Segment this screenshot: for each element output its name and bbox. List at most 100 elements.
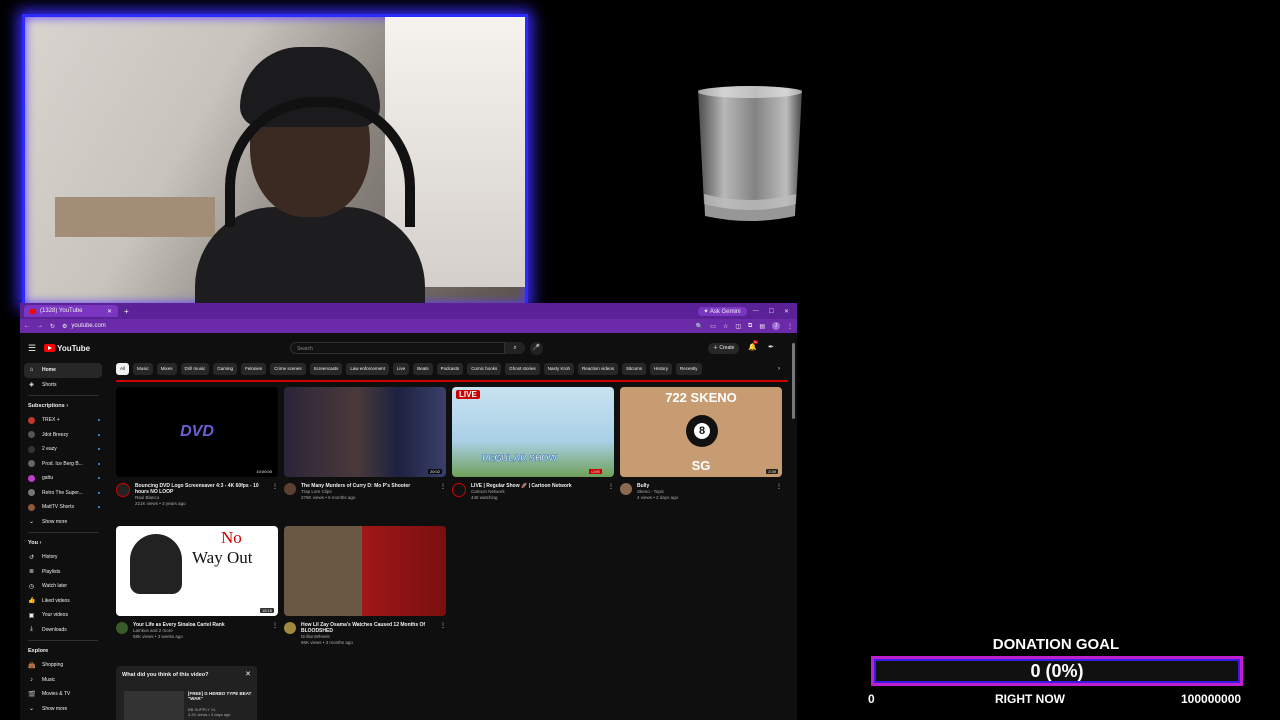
chip[interactable]: Gaming: [213, 363, 238, 375]
video-thumbnail[interactable]: No Way Out 15:16: [116, 526, 278, 616]
sidebar-item-downloads[interactable]: ⤓ Downloads: [20, 623, 106, 638]
scrollbar[interactable]: [792, 343, 795, 419]
video-thumbnail[interactable]: [284, 526, 446, 616]
more-options-icon[interactable]: ⋮: [440, 622, 446, 646]
explore-show-more[interactable]: ⌄ Show more: [20, 702, 106, 717]
zoom-icon[interactable]: 🔍: [696, 323, 703, 330]
sidepanel-icon[interactable]: ▤: [759, 323, 765, 330]
bookmark-star-icon[interactable]: ☆: [723, 323, 728, 330]
sidebar-subscription[interactable]: MattTV Shorts: [20, 500, 106, 515]
sidebar-item-liked-videos[interactable]: 👍 Liked videos: [20, 594, 106, 609]
channel-avatar[interactable]: [284, 622, 296, 634]
more-options-icon[interactable]: ⋮: [272, 622, 278, 640]
sidebar-subscription[interactable]: Retro The Super...: [20, 486, 106, 501]
video-thumbnail[interactable]: 20:02: [284, 387, 446, 477]
show-more-subscriptions[interactable]: ⌄ Show more: [20, 515, 106, 530]
channel-avatar[interactable]: [116, 483, 130, 497]
sidebar-item-movies[interactable]: 🎬 Movies & TV: [20, 687, 106, 702]
new-tab-icon[interactable]: +: [124, 307, 129, 316]
site-info-icon[interactable]: ⚙: [62, 323, 67, 330]
video-card[interactable]: LIVE REGULAR SHOW LIVE LIVE | Regular Sh…: [452, 387, 614, 501]
minimize-icon[interactable]: —: [753, 308, 759, 315]
youtube-logo[interactable]: YouTube: [44, 344, 90, 353]
video-thumbnail[interactable]: DVD 10:00:00: [116, 387, 278, 477]
more-options-icon[interactable]: ⋮: [440, 483, 446, 501]
chip[interactable]: Beats: [413, 363, 433, 375]
sidebar-subscription[interactable]: TREX +: [20, 413, 106, 428]
puzzle-icon[interactable]: ⧉: [748, 323, 752, 330]
notifications-bell-icon[interactable]: 🔔 9+: [748, 340, 759, 351]
search-input[interactable]: Search: [290, 342, 505, 354]
chip[interactable]: Law enforcement: [346, 363, 389, 375]
forward-icon[interactable]: →: [37, 323, 43, 329]
chip[interactable]: Mixes: [156, 363, 177, 375]
sidebar-item-history[interactable]: ↺ History: [20, 550, 106, 565]
channel-avatar[interactable]: [284, 483, 296, 495]
subscriptions-heading[interactable]: Subscriptions ›: [20, 399, 106, 413]
chip[interactable]: Drill music: [180, 363, 210, 375]
more-options-icon[interactable]: ⋮: [608, 483, 614, 501]
sidebar-item-home[interactable]: ⌂ Home: [24, 363, 102, 378]
survey-video-thumbnail[interactable]: [124, 691, 184, 720]
search-icon[interactable]: ⌕: [505, 342, 525, 354]
sidebar-subscription[interactable]: Jdot Breezy: [20, 428, 106, 443]
profile-avatar[interactable]: J: [772, 322, 780, 330]
sidebar-subscription[interactable]: gattu: [20, 471, 106, 486]
sidebar-item-watch-later[interactable]: ◷ Watch later: [20, 579, 106, 594]
sidebar-item-your-videos[interactable]: ▣ Your videos: [20, 608, 106, 623]
chip[interactable]: Comic books: [467, 363, 502, 375]
chip[interactable]: History: [650, 363, 673, 375]
browser-menu-icon[interactable]: ⋮: [787, 323, 793, 330]
chip[interactable]: Ghost stories: [505, 363, 540, 375]
chip[interactable]: Crime scenes: [270, 363, 306, 375]
user-avatar[interactable]: ✒: [768, 343, 774, 351]
channel-avatar[interactable]: [452, 483, 466, 497]
channel-avatar[interactable]: [116, 622, 128, 634]
hamburger-menu-icon[interactable]: ☰: [28, 343, 36, 354]
chip[interactable]: Recently: [676, 363, 702, 375]
sidebar-item-shorts[interactable]: ◈ Shorts: [20, 378, 106, 393]
chip[interactable]: Sitcoms: [622, 363, 647, 375]
video-card[interactable]: No Way Out 15:16 Your Life as Every Sina…: [116, 526, 278, 640]
ask-gemini-button[interactable]: ✦ Ask Gemini: [697, 306, 747, 316]
video-thumbnail[interactable]: 722 SKENO 8 SG 2:39: [620, 387, 782, 477]
video-card[interactable]: 20:02 The Many Murders of Curry D: Mo P'…: [284, 387, 446, 501]
cast-icon[interactable]: ▭: [710, 323, 716, 330]
close-icon[interactable]: ✕: [245, 670, 251, 678]
chip[interactable]: Music: [133, 363, 153, 375]
sidebar-item-shopping[interactable]: 👜 Shopping: [20, 658, 106, 673]
microphone-icon[interactable]: 🎤: [530, 342, 543, 355]
video-card[interactable]: 722 SKENO 8 SG 2:39 Bully Skeno - Topic …: [620, 387, 782, 501]
sidebar-subscription[interactable]: 2 eazy: [20, 442, 106, 457]
chip[interactable]: Felonies: [241, 363, 267, 375]
video-title[interactable]: Bouncing DVD Logo Screensaver 4:3 - 4K 6…: [135, 483, 267, 495]
back-icon[interactable]: ←: [24, 323, 30, 329]
video-card[interactable]: DVD 10:00:00 Bouncing DVD Logo Screensav…: [116, 387, 278, 507]
survey-video-title[interactable]: [FREE] G HERBO TYPE BEAT "WAR": [188, 691, 257, 701]
chevron-right-icon[interactable]: ›: [778, 363, 780, 375]
more-options-icon[interactable]: ⋮: [272, 483, 278, 507]
window-close-icon[interactable]: ✕: [784, 308, 789, 315]
chip[interactable]: Screencasts: [309, 363, 343, 375]
extensions-icon[interactable]: ◫: [735, 323, 741, 330]
close-tab-icon[interactable]: ✕: [107, 308, 112, 315]
video-card[interactable]: How Lil Zay Osama's Watches Caused 12 Mo…: [284, 526, 446, 646]
reload-icon[interactable]: ↻: [50, 323, 55, 330]
video-title[interactable]: How Lil Zay Osama's Watches Caused 12 Mo…: [301, 622, 435, 634]
chip[interactable]: Nasty Kroh: [543, 363, 574, 375]
video-thumbnail[interactable]: LIVE REGULAR SHOW LIVE: [452, 387, 614, 477]
url-field[interactable]: ⚙ youtube.com: [62, 323, 106, 330]
chip[interactable]: Podcasts: [436, 363, 464, 375]
chip-all[interactable]: All: [116, 363, 130, 375]
more-options-icon[interactable]: ⋮: [776, 483, 782, 501]
sidebar-item-playlists[interactable]: ≣ Playlists: [20, 565, 106, 580]
sidebar-subscription[interactable]: Prod. Ice Berg B...: [20, 457, 106, 472]
create-button[interactable]: ＋ Create: [708, 343, 740, 354]
channel-avatar[interactable]: [620, 483, 632, 495]
chip[interactable]: Reaction videos: [577, 363, 619, 375]
maximize-icon[interactable]: ☐: [769, 308, 774, 315]
chip[interactable]: Live: [392, 363, 410, 375]
sidebar-item-music[interactable]: ♪ Music: [20, 673, 106, 688]
you-heading[interactable]: You ›: [20, 536, 106, 550]
browser-tab[interactable]: (1328) YouTube ✕: [24, 305, 118, 317]
